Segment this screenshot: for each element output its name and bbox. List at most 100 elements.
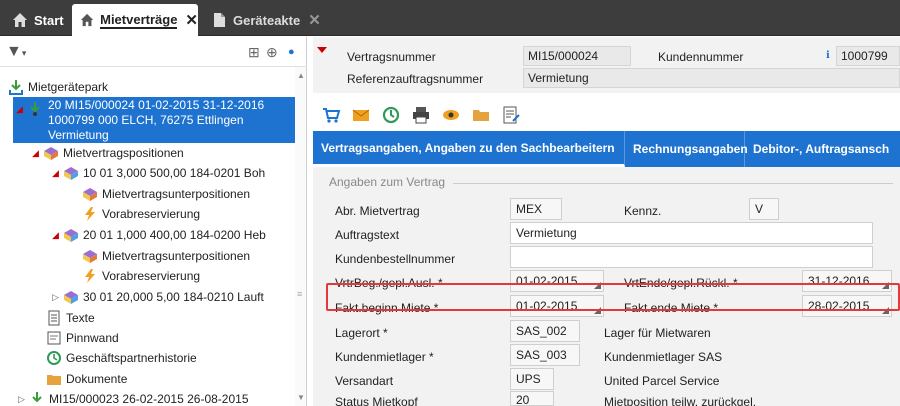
tree-pos1[interactable]: ◢ 10 01 3,000 500,00 184-0201 Boh (52, 163, 265, 183)
tree-pos2[interactable]: ◢ 20 01 1,000 400,00 184-0200 Heb (52, 225, 266, 245)
kennz-field[interactable]: V (749, 198, 779, 220)
auftragstext-field[interactable]: Vermietung (510, 222, 873, 244)
selected-line-1: 20 MI15/000024 01-02-2015 31-12-2016 (48, 98, 265, 112)
tab-label: Start (34, 12, 64, 28)
scroll-up-icon[interactable]: ▲ (297, 71, 305, 80)
vtrend-label: VrtEnde/gepl.Rückl. * (624, 276, 738, 290)
referenz-label: Referenzauftragsnummer (347, 72, 484, 86)
versandart-text: United Parcel Service (604, 374, 720, 388)
edit-form-icon[interactable] (501, 105, 521, 125)
lagerort-field[interactable]: SAS_002 (510, 320, 580, 342)
close-icon[interactable]: ✕ (308, 11, 321, 29)
box-icon (64, 291, 78, 304)
box-icon (83, 250, 97, 263)
tree-selected-node[interactable]: 20 MI15/000024 01-02-2015 31-12-2016 100… (13, 97, 301, 143)
faktend-date-field[interactable]: 28-02-2015 (802, 295, 892, 317)
faktbeg-date-field[interactable]: 01-02-2015 (510, 295, 604, 317)
document-icon (214, 13, 225, 27)
tab-vertragsangaben[interactable]: Vertragsangaben, Angaben zu den Sachbear… (313, 131, 625, 167)
collapse-arrow-icon[interactable]: ◢ (52, 230, 61, 241)
tree-root-label: Mietgerätepark (28, 80, 109, 94)
tree-res2[interactable]: Vorabreservierung (82, 266, 200, 286)
box-icon (83, 188, 97, 201)
history-icon[interactable] (381, 105, 401, 125)
box-icon (64, 167, 78, 180)
tree-pos3[interactable]: ▷ 30 01 20,000 5,00 184-0210 Lauft (52, 287, 264, 307)
tree-dokumente-label: Dokumente (66, 372, 128, 386)
dropdown-corner-icon[interactable] (882, 307, 889, 314)
abr-field[interactable]: MEX (510, 198, 562, 220)
abr-label: Abr. Mietvertrag (335, 204, 420, 218)
filter-icon[interactable]: ▼▾ (6, 43, 26, 61)
contract-form: Angaben zum Vertrag Abr. Mietvertrag MEX… (313, 167, 900, 406)
download-icon (9, 80, 23, 95)
folder-icon[interactable] (471, 105, 491, 125)
vertragsnummer-label: Vertragsnummer (347, 50, 436, 64)
tree-next-label: MI15/000023 26-02-2015 26-08-2015 (49, 392, 249, 406)
kundennummer-field[interactable]: 1000799 00 (836, 46, 900, 66)
tree-sub2[interactable]: Mietvertragsunterpositionen (82, 246, 250, 266)
home-icon (80, 13, 94, 27)
kundenlager-text: Kundenmietlager SAS (604, 350, 723, 364)
tab-debitor[interactable]: Debitor-, Auftragsansch (745, 131, 900, 167)
versandart-field[interactable]: UPS (510, 368, 554, 390)
versandart-label: Versandart (335, 374, 394, 388)
selected-node-expander[interactable]: ◢ (16, 99, 47, 119)
lightning-icon (85, 269, 95, 283)
tree-next-contract[interactable]: ▷ MI15/000023 26-02-2015 26-08-2015 (18, 389, 249, 406)
scroll-down-icon[interactable]: ▼ (297, 393, 305, 402)
folder-icon (47, 375, 61, 385)
cart-icon[interactable] (321, 105, 341, 125)
dropdown-corner-icon[interactable] (594, 282, 601, 289)
tab-geraeteakte[interactable]: Geräteakte ✕ (203, 4, 321, 36)
tree-res1[interactable]: Vorabreservierung (82, 204, 200, 224)
vtrbeg-date-field[interactable]: 01-02-2015 (510, 270, 604, 292)
tree-historie[interactable]: Geschäftspartnerhistorie (46, 348, 197, 368)
collapse-arrow-icon[interactable]: ◢ (32, 148, 41, 159)
collapse-arrow-icon[interactable]: ◢ (16, 104, 25, 115)
tree-pinnwand[interactable]: Pinnwand (46, 328, 119, 348)
dot-icon[interactable]: ● (288, 46, 295, 58)
envelope-icon[interactable] (351, 105, 371, 125)
lagerort-text: Lager für Mietwaren (604, 326, 711, 340)
tab-bar: Start Mietverträge ✕ Geräteakte ✕ (0, 0, 900, 36)
tree-pos1-label: 10 01 3,000 500,00 184-0201 Boh (83, 166, 266, 180)
action-toolbar (313, 101, 521, 129)
info-icon[interactable]: ℹ (826, 50, 830, 61)
vtrend-date-field[interactable]: 31-12-2016 (802, 270, 892, 292)
tab-rechnungsangaben[interactable]: Rechnungsangaben (625, 131, 748, 167)
dropdown-corner-icon[interactable] (882, 282, 889, 289)
tree-dokumente[interactable]: Dokumente (46, 369, 127, 389)
collapse-arrow-icon[interactable]: ◢ (52, 168, 61, 179)
vertragsnummer-field[interactable]: MI15/000024 (523, 46, 631, 66)
dropdown-corner-icon[interactable] (594, 307, 601, 314)
tree-root[interactable]: Mietgerätepark (8, 77, 108, 97)
referenz-field[interactable]: Vermietung (523, 68, 900, 88)
filter-settings-icon[interactable]: ⊞ (248, 44, 260, 61)
tab-mietvertraege[interactable]: Mietverträge ✕ (72, 4, 198, 36)
close-icon[interactable]: ✕ (185, 11, 198, 29)
expand-arrow-icon[interactable]: ▷ (18, 394, 27, 405)
tab-start[interactable]: Start (4, 4, 68, 36)
box-icon (44, 147, 58, 160)
tree-res2-label: Vorabreservierung (102, 269, 201, 283)
expand-arrow-icon[interactable]: ▷ (52, 292, 61, 303)
contract-header: Vertragsnummer MI15/000024 Kundennummer … (313, 37, 900, 93)
collapse-header-icon[interactable] (317, 47, 327, 53)
scroll-grip-icon[interactable]: ≡ (297, 289, 302, 299)
status-field[interactable]: 20 (510, 391, 554, 406)
tree-sub1[interactable]: Mietvertragsunterpositionen (82, 184, 250, 204)
tree-sub2-label: Mietvertragsunterpositionen (102, 249, 251, 263)
kundenbestell-field[interactable] (510, 246, 873, 268)
tree-scrollbar[interactable]: ▲ ≡ ▼ (295, 67, 306, 406)
binoculars-icon[interactable]: ⊕ (266, 44, 278, 61)
tree-texte[interactable]: Texte (46, 308, 95, 328)
eye-icon[interactable] (441, 105, 461, 125)
kundenlager-label: Kundenmietlager * (335, 350, 434, 364)
selected-line-3: Vermietung (48, 128, 109, 142)
print-icon[interactable] (411, 105, 431, 125)
tree-positions[interactable]: ◢ Mietvertragspositionen (32, 143, 184, 163)
tree-toolbar: ▼▾ ⊞ ⊕ ● (0, 37, 307, 67)
status-label: Status Mietkopf (335, 395, 418, 406)
kundenlager-field[interactable]: SAS_003 (510, 344, 580, 366)
